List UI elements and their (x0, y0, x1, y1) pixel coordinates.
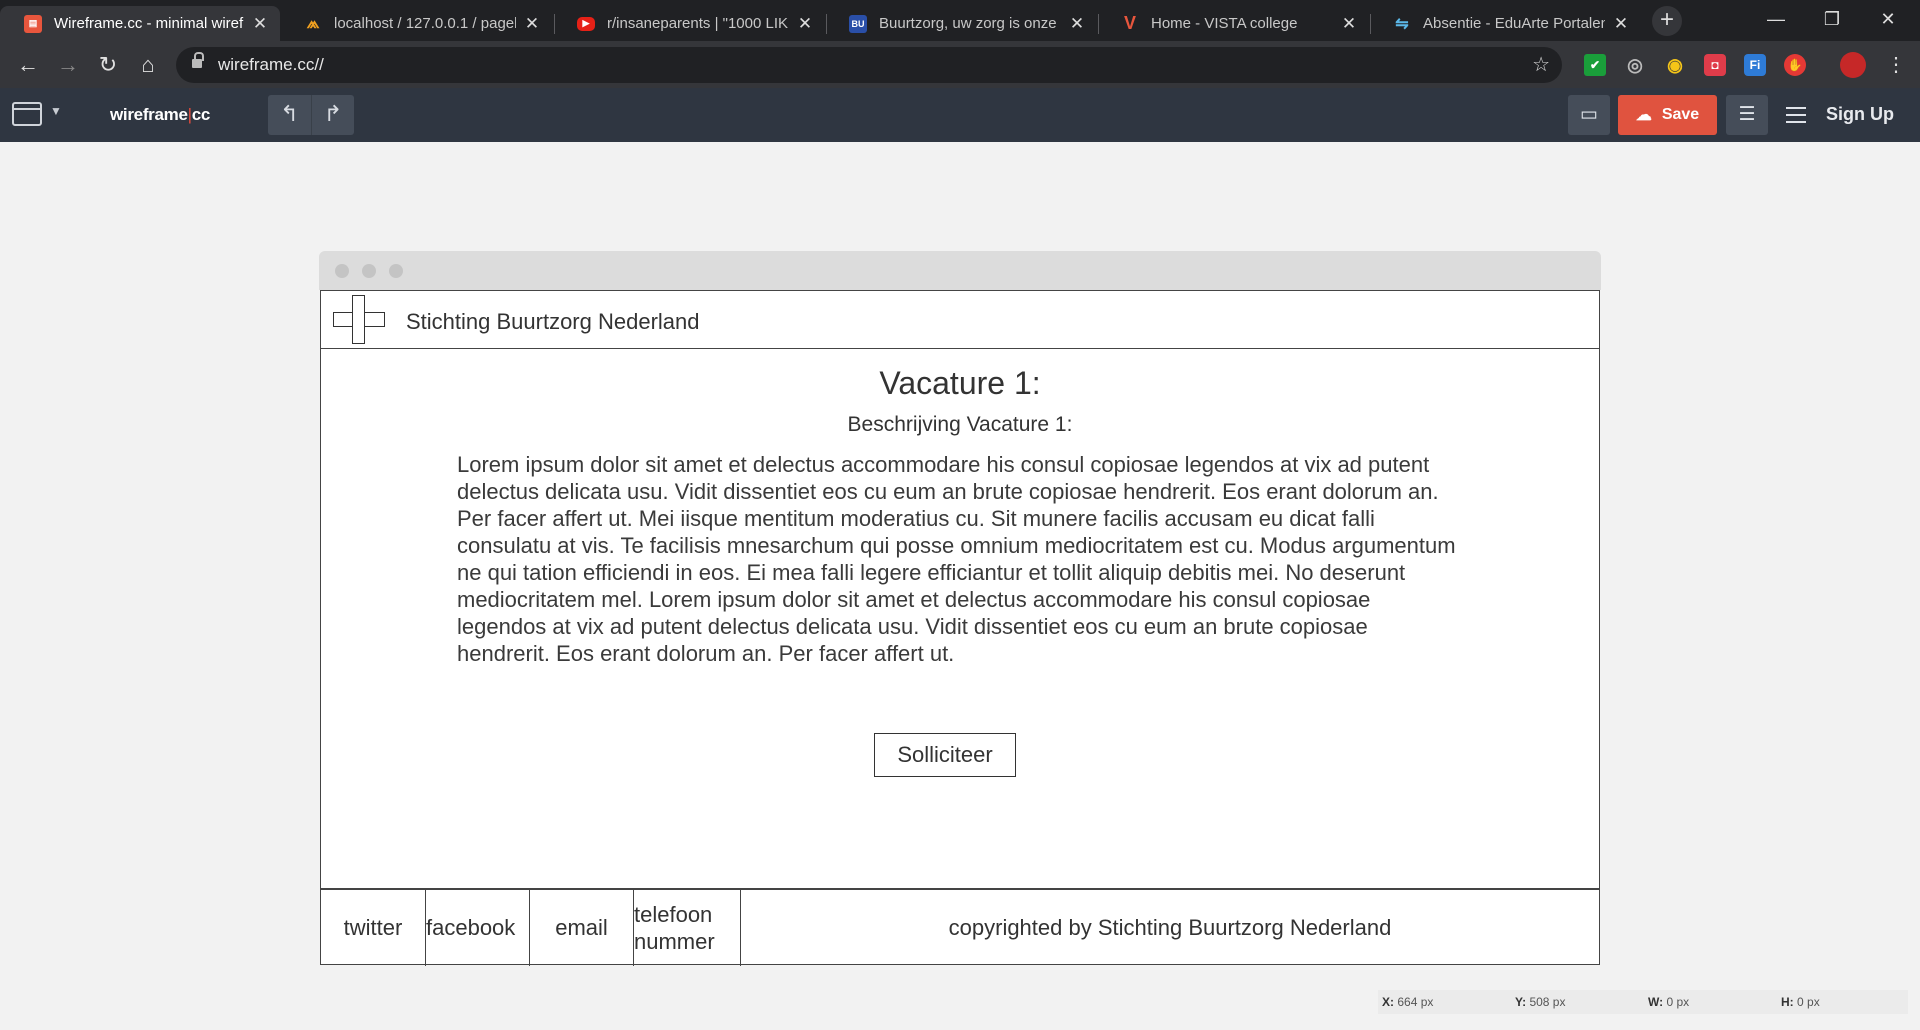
status-w: W: 0 px (1648, 995, 1690, 1009)
youtube-icon: ▶ (577, 16, 595, 31)
address-bar[interactable]: wireframe.cc// ☆ (176, 47, 1562, 83)
wireframe-footer: twitter facebook email telefoon nummer c… (321, 888, 1599, 966)
back-arrow-icon[interactable]: ← (12, 49, 44, 81)
tab-wireframe[interactable]: ▤ Wireframe.cc - minimal wiref ✕ (0, 6, 280, 41)
status-h: H: 0 px (1781, 995, 1820, 1009)
close-icon[interactable]: ✕ (524, 14, 540, 34)
settings-sliders-icon[interactable]: ☰ (1726, 95, 1768, 135)
tab-localhost[interactable]: ⩕ localhost / 127.0.0.1 / pageb ✕ (280, 6, 552, 41)
vacancy-subtitle[interactable]: Beschrijving Vacature 1: (321, 413, 1599, 437)
org-name[interactable]: Stichting Buurtzorg Nederland (406, 309, 700, 335)
tab-title: Home - VISTA college (1151, 15, 1298, 32)
home-icon[interactable]: ⌂ (132, 49, 164, 81)
footer-phone[interactable]: telefoon nummer (634, 890, 741, 966)
save-label: Save (1661, 106, 1700, 123)
close-icon[interactable]: ✕ (797, 14, 813, 34)
close-icon[interactable]: ✕ (1613, 14, 1629, 34)
chevron-down-icon[interactable]: ▼ (50, 104, 62, 118)
cloud-upload-icon: ☁ (1635, 107, 1652, 124)
redo-icon[interactable]: ↱ (311, 95, 354, 135)
browser-toolbar: ← → ↻ ⌂ wireframe.cc// ☆ ✔ ◎ ◉ ◘ Fi ✋ ⋮ (0, 41, 1920, 88)
lock-icon (192, 52, 204, 70)
restore-icon[interactable]: ❐ (1804, 0, 1860, 41)
tab-title: Wireframe.cc - minimal wiref (54, 15, 244, 32)
pocket-extension-icon[interactable]: ◘ (1704, 54, 1726, 76)
eduarte-icon: ⇋ (1395, 15, 1409, 33)
window-stencil-icon[interactable] (12, 102, 42, 126)
window-dot (389, 264, 403, 278)
url-text[interactable]: wireframe.cc// (218, 55, 324, 75)
tab-title: localhost / 127.0.0.1 / pageb (334, 15, 516, 32)
window-dot (362, 264, 376, 278)
check-extension-icon[interactable]: ✔ (1584, 54, 1606, 76)
app-toolbar: ▼ wireframe|cc ↰ ↱ ▭ ☁ Save ☰ Sign Up (0, 88, 1920, 142)
footer-copyright[interactable]: copyrighted by Stichting Buurtzorg Neder… (741, 890, 1599, 966)
profile-avatar-icon[interactable] (1840, 52, 1866, 78)
vacancy-description[interactable]: Lorem ipsum dolor sit amet et delectus a… (457, 451, 1457, 667)
reload-icon[interactable]: ↻ (92, 49, 124, 81)
wireframe-favicon-icon: ▤ (24, 14, 42, 33)
forward-arrow-icon[interactable]: → (52, 49, 84, 81)
hamburger-menu-icon[interactable] (1786, 107, 1806, 123)
logo-right: cc (191, 105, 211, 124)
sign-up-link[interactable]: Sign Up (1826, 104, 1894, 125)
headphones-extension-icon[interactable]: ◎ (1624, 54, 1646, 76)
window-close-icon[interactable]: ✕ (1860, 0, 1916, 41)
browser-tab-strip: ▤ Wireframe.cc - minimal wiref ✕ ⩕ local… (0, 0, 1920, 41)
tab-buurtzorg[interactable]: BU Buurtzorg, uw zorg is onze z ✕ (825, 6, 1097, 41)
phpmyadmin-icon: ⩕ (306, 14, 320, 32)
footer-email[interactable]: email (530, 890, 634, 966)
menu-dots-icon[interactable]: ⋮ (1880, 49, 1912, 81)
wireframe-page[interactable]: Stichting Buurtzorg Nederland Vacature 1… (320, 290, 1600, 966)
new-tab-plus-icon[interactable]: + (1652, 6, 1682, 36)
window-dot (335, 264, 349, 278)
tab-eduarte[interactable]: ⇋ Absentie - EduArte Portalen ✕ (1369, 6, 1641, 41)
wireframe-window-titlebar (319, 251, 1601, 290)
comment-icon[interactable]: ▭ (1568, 95, 1610, 135)
footer-twitter[interactable]: twitter (321, 890, 426, 966)
bookmark-star-icon[interactable]: ☆ (1532, 52, 1550, 77)
buurtzorg-icon: BU (849, 14, 867, 33)
status-x: X: 664 px (1382, 995, 1434, 1009)
footer-facebook[interactable]: facebook (426, 890, 530, 966)
apply-button[interactable]: Solliciteer (874, 733, 1016, 777)
tab-title: Absentie - EduArte Portalen (1423, 15, 1605, 32)
tab-title: Buurtzorg, uw zorg is onze z (879, 15, 1061, 32)
dimension-status-bar: X: 664 px Y: 508 px W: 0 px H: 0 px (1378, 990, 1908, 1014)
vista-v-icon: V (1123, 13, 1136, 33)
status-y: Y: 508 px (1515, 995, 1566, 1009)
vacancy-title[interactable]: Vacature 1: (321, 365, 1599, 402)
yellow-ring-extension-icon[interactable]: ◉ (1664, 54, 1686, 76)
close-icon[interactable]: ✕ (1069, 14, 1085, 34)
cross-logo-overlap (353, 313, 364, 326)
close-icon[interactable]: ✕ (1341, 14, 1357, 34)
undo-icon[interactable]: ↰ (268, 95, 311, 135)
save-button[interactable]: ☁ Save (1618, 95, 1717, 135)
logo-left: wireframe (110, 105, 188, 124)
tab-reddit-youtube[interactable]: ▶ r/insaneparents | "1000 LIKES ✕ (553, 6, 825, 41)
wireframe-header[interactable]: Stichting Buurtzorg Nederland (321, 291, 1599, 349)
app-logo[interactable]: wireframe|cc (110, 105, 210, 125)
tab-title: r/insaneparents | "1000 LIKES (607, 15, 789, 32)
close-icon[interactable]: ✕ (252, 14, 268, 34)
undo-redo-group: ↰ ↱ (268, 95, 354, 135)
hand-extension-icon[interactable]: ✋ (1784, 54, 1806, 76)
minimize-icon[interactable]: — (1748, 0, 1804, 41)
tab-vista[interactable]: V Home - VISTA college ✕ (1097, 6, 1369, 41)
fi-extension-icon[interactable]: Fi (1744, 54, 1766, 76)
